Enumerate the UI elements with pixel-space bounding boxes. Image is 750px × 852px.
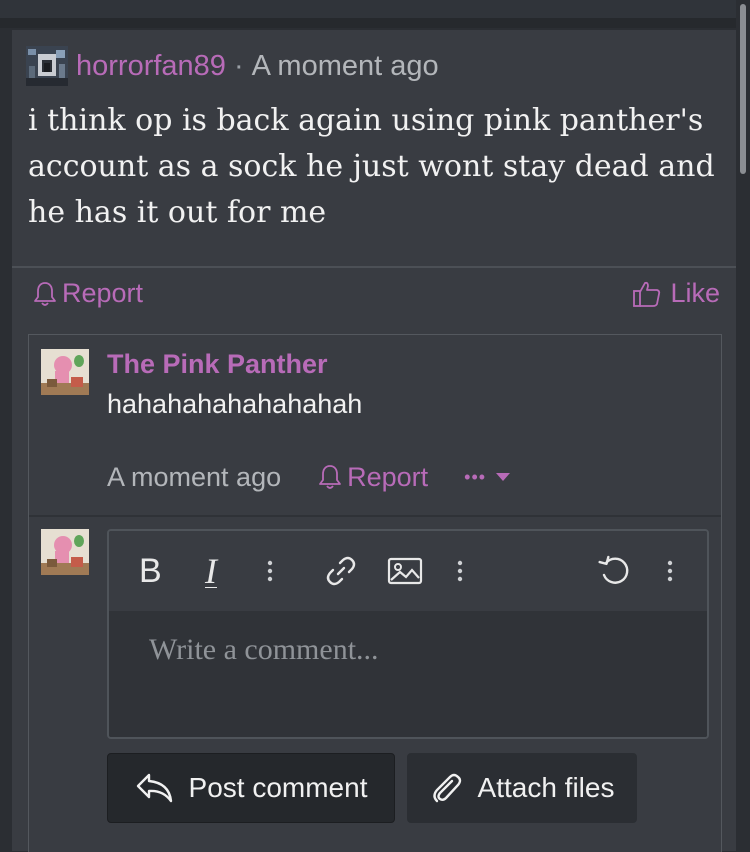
meta-separator: ·: [233, 49, 244, 82]
comment-username[interactable]: horrorfan89: [76, 50, 226, 83]
italic-button[interactable]: I: [205, 551, 217, 591]
comment-divider: [12, 266, 736, 268]
comment-textarea[interactable]: Write a comment...: [109, 611, 707, 737]
report-label: Report: [62, 278, 144, 308]
comment-body: i think op is back again using pink pant…: [28, 103, 715, 230]
comment-card: horrorfan89 · A moment ago i think op is…: [12, 30, 736, 852]
more-dots: •••: [464, 466, 487, 487]
top-divider: [0, 18, 736, 28]
scrollbar-thumb[interactable]: [740, 4, 746, 174]
reply-meta: A moment ago Report •••: [107, 457, 512, 497]
bold-button[interactable]: B: [139, 551, 162, 591]
bell-icon: [319, 465, 342, 489]
reply-report-label: Report: [347, 461, 429, 492]
reply-username[interactable]: The Pink Panther: [107, 349, 328, 380]
link-icon[interactable]: [323, 551, 359, 591]
editor-more-icon[interactable]: [667, 551, 673, 591]
more-options-button[interactable]: •••: [464, 467, 512, 488]
thumbs-up-icon: [633, 281, 661, 307]
image-icon[interactable]: [387, 551, 423, 591]
reply-avatar[interactable]: [41, 349, 89, 395]
reply-arrow-icon: [136, 773, 172, 803]
post-comment-label: Post comment: [188, 772, 368, 803]
comment-placeholder: Write a comment...: [149, 633, 379, 666]
post-comment-button[interactable]: Post comment: [107, 753, 395, 823]
scrollbar[interactable]: [736, 0, 750, 851]
reply-body: hahahahahahahahah: [107, 389, 363, 419]
reply-thread: The Pink Panther hahahahahahahahah A mom…: [28, 334, 722, 852]
current-user-avatar[interactable]: [41, 529, 89, 575]
user-avatar[interactable]: [26, 46, 68, 86]
attach-files-button[interactable]: Attach files: [407, 753, 637, 823]
paperclip-icon: [432, 773, 461, 803]
bell-icon: [34, 281, 56, 306]
reply-divider: [29, 515, 721, 517]
reply-report-button[interactable]: Report: [317, 462, 428, 493]
reply-timestamp[interactable]: A moment ago: [107, 462, 281, 493]
editor-toolbar: B I: [109, 531, 707, 611]
comment-timestamp[interactable]: A moment ago: [252, 50, 439, 83]
attach-files-label: Attach files: [477, 772, 615, 803]
comment-editor: B I Write a comment...: [107, 529, 709, 739]
like-button[interactable]: Like: [632, 278, 720, 309]
top-strip: [0, 0, 736, 18]
undo-icon[interactable]: [597, 551, 633, 591]
like-label: Like: [670, 278, 720, 308]
caret-down-icon: [496, 473, 511, 481]
report-button[interactable]: Report: [32, 278, 143, 309]
insert-more-icon[interactable]: [457, 551, 463, 591]
text-format-more-icon[interactable]: [267, 551, 273, 591]
comment-header: horrorfan89 · A moment ago: [26, 46, 439, 86]
